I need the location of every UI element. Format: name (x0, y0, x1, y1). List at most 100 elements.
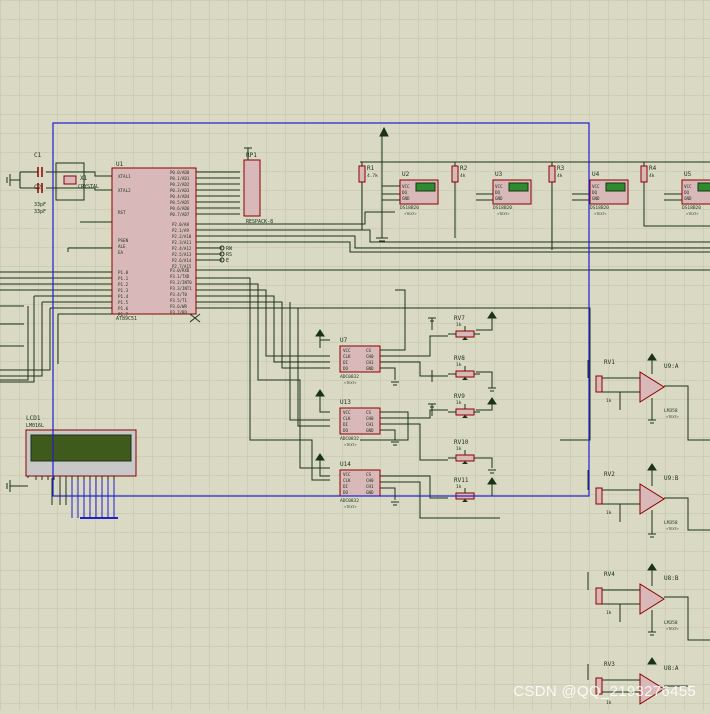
adc-pin-label: VCC (343, 348, 351, 353)
text-placeholder: <TEXT> (344, 443, 357, 447)
u1-pin-label: P2.5/A13 (172, 252, 192, 257)
resistor-label: R2 (460, 165, 468, 172)
u1-pin-label: P2.1/A9 (172, 228, 189, 233)
opamp-part: LM358 (664, 620, 678, 626)
text-placeholder: <TEXT> (666, 527, 679, 531)
adc-pin-label: GND (366, 428, 374, 433)
adc-pin-label: CH1 (366, 484, 374, 489)
schematic-canvas[interactable]: C1 33pF C2 33pF X1 CRYSTAL U1 AT89C51 XT… (0, 0, 710, 710)
sensor-pin-label: GND (684, 196, 692, 201)
adc-part: ADC0832 (340, 498, 359, 504)
lcd-part: LM016L (26, 423, 44, 429)
u1-pin-label: XTAL2 (118, 188, 131, 193)
u1-pin-label: P2.0/A8 (172, 222, 189, 227)
adc-label: U14 (340, 461, 351, 468)
opamp-label: U8:A (664, 665, 679, 672)
pot-rv1[interactable] (596, 376, 602, 392)
sensor-label: U5 (684, 171, 692, 178)
u1-pin-label: P1.0 (118, 270, 129, 275)
resistor-value: 4k (460, 173, 466, 179)
text-placeholder: <TEXT> (666, 627, 679, 631)
adc-pin-label: CLK (343, 478, 351, 483)
sensor-pin-label: GND (402, 196, 410, 201)
adc-pin-label: VCC (343, 410, 351, 415)
pot-label: RV8 (454, 355, 465, 362)
sensor-label: U4 (592, 171, 600, 178)
resistor[interactable] (641, 166, 647, 182)
sensor-pin-label: DQ (592, 190, 598, 195)
u1-pin-label: P0.1/AD1 (170, 176, 190, 181)
u1-pin-label: P0.2/AD2 (170, 182, 190, 187)
text-placeholder: <TEXT> (497, 212, 510, 216)
adc-label: U7 (340, 337, 348, 344)
u1-pin-label: P3.5/T1 (170, 298, 187, 303)
adc-pin-label: CH0 (366, 354, 374, 359)
u1-pin-label: P2.3/A11 (172, 240, 192, 245)
resistor[interactable] (549, 166, 555, 182)
resistor[interactable] (359, 166, 365, 182)
pot-label: RV11 (454, 477, 469, 484)
watermark: CSDN @QQ_2193276455 (513, 683, 696, 700)
pot-value: 1k (456, 400, 462, 406)
adc-label: U13 (340, 399, 351, 406)
resistor-label: R3 (557, 165, 565, 172)
adc-pin-label: CH0 (366, 478, 374, 483)
x1-value: CRYSTAL (78, 184, 99, 190)
adc-pin-label: CH0 (366, 416, 374, 421)
pot-label: RV2 (604, 471, 615, 478)
u1-pin-label: P1.7 (118, 312, 129, 317)
adc-pin-label: CS (366, 348, 372, 353)
adc-pin-label: CS (366, 472, 372, 477)
u1-pin-label: P3.1/TXD (170, 274, 190, 279)
c2-label: C2 (34, 184, 42, 191)
resistor[interactable] (452, 166, 458, 182)
adc-pin-label: DI (343, 360, 349, 365)
pot-label: RV10 (454, 439, 469, 446)
pot-rv2[interactable] (596, 488, 602, 504)
sensor-part: DS18B20 (400, 205, 419, 211)
sensor-display (606, 183, 625, 191)
text-placeholder: <TEXT> (344, 381, 357, 385)
opamp-part: LM358 (664, 520, 678, 526)
adc-pin-label: DI (343, 422, 349, 427)
sensor-part: DS18B20 (590, 205, 609, 211)
sensor-pin-label: DQ (684, 190, 690, 195)
pot-value: 1k (456, 322, 462, 328)
u1-pin-label: P1.1 (118, 276, 129, 281)
u1-pin-label: P2.2/A10 (172, 234, 192, 239)
x1-label: X1 (80, 175, 88, 182)
microcontroller-u1[interactable]: U1 AT89C51 XTAL1XTAL2RSTPSENALEEAP1.0P1.… (112, 161, 200, 322)
pot-value: 1k (456, 362, 462, 368)
sensor-pin-label: GND (495, 196, 503, 201)
sensor-display (416, 183, 435, 191)
adc-pin-label: CS (366, 410, 372, 415)
u1-label: U1 (116, 161, 124, 168)
sensor-display (698, 183, 710, 191)
sensor-pin-label: DQ (495, 190, 501, 195)
u1-pin-label: P0.4/AD4 (170, 194, 190, 199)
adc-pin-label: VCC (343, 472, 351, 477)
u1-pin-label: P3.6/WR (170, 304, 187, 309)
c1-value: 33pF (34, 202, 46, 208)
adc-pin-label: CLK (343, 416, 351, 421)
u1-pin-label: P3.0/RXD (170, 268, 190, 273)
u1-pin-label: P1.5 (118, 300, 129, 305)
sensor-pin-label: GND (592, 196, 600, 201)
adc-pin-label: DI (343, 484, 349, 489)
text-placeholder: <TEXT> (344, 505, 357, 509)
pot-value: 1k (606, 510, 612, 516)
adc-part: ADC0832 (340, 374, 359, 380)
pot-rv4[interactable] (596, 588, 602, 604)
pot-label: RV1 (604, 359, 615, 366)
text-placeholder: <TEXT> (666, 415, 679, 419)
pot-label: RV9 (454, 393, 465, 400)
u1-pin-label: P1.2 (118, 282, 129, 287)
adc-pin-label: CH1 (366, 422, 374, 427)
resistor-value: 4k (649, 173, 655, 179)
lcd-label: LCD1 (26, 415, 41, 422)
text-placeholder: <TEXT> (404, 212, 417, 216)
pot-label: RV4 (604, 571, 615, 578)
u1-pin-label: P3.4/T0 (170, 292, 187, 297)
adc-part: ADC0832 (340, 436, 359, 442)
resistor-label: R1 (367, 165, 375, 172)
